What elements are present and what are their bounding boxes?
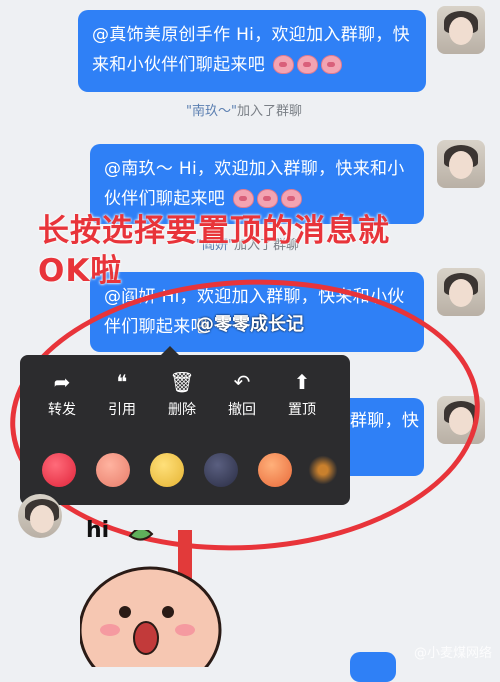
annotation-line2: OK啦: [38, 253, 123, 289]
message-bubble[interactable]: @真饰美原创手作 Hi，欢迎加入群聊，快来和小伙伴们聊起来吧: [78, 10, 426, 92]
trash-icon: 🗑: [169, 370, 195, 394]
avatar[interactable]: [18, 494, 62, 538]
mascot-reaction-icon[interactable]: [150, 453, 184, 487]
pin-top-button[interactable]: ⬆ 置顶: [272, 369, 332, 419]
annotation-line1: 长按选择要置顶的消息就: [38, 213, 390, 249]
pig-emoji-group: [272, 54, 345, 84]
forward-icon: ➦: [53, 370, 71, 394]
quote-icon: ❝: [116, 370, 128, 394]
firework-reaction-icon[interactable]: [306, 453, 340, 487]
heart-reaction-icon[interactable]: [42, 453, 76, 487]
message-text: @真饰美原创手作 Hi，欢迎加入群聊，快来和小伙伴们聊起来吧: [92, 25, 410, 75]
thumbs-up-reaction-icon[interactable]: [96, 453, 130, 487]
avatar[interactable]: [437, 140, 485, 188]
recall-button[interactable]: ↶ 撤回: [212, 369, 272, 419]
message-context-menu: ➦ 转发 ❝ 引用 🗑 删除 ↶ 撤回 ⬆ 置顶: [20, 355, 350, 505]
message-bubble[interactable]: [350, 652, 396, 682]
forward-button[interactable]: ➦ 转发: [32, 369, 92, 419]
delete-button[interactable]: 🗑 删除: [152, 369, 212, 419]
system-note: "南玖～"加入了群聊: [186, 104, 302, 119]
undo-icon: ↶: [233, 370, 251, 394]
quote-button[interactable]: ❝ 引用: [92, 369, 152, 419]
watermark: @小麦煤网络: [413, 646, 492, 661]
peach-sticker[interactable]: [78, 520, 270, 682]
avatar[interactable]: [437, 268, 485, 316]
pin-top-icon: ⬆: [293, 370, 311, 394]
avatar[interactable]: [437, 6, 485, 54]
peach-character-icon: [78, 520, 222, 682]
party-horn-reaction-icon[interactable]: [258, 453, 292, 487]
dark-face-reaction-icon[interactable]: [204, 453, 238, 487]
